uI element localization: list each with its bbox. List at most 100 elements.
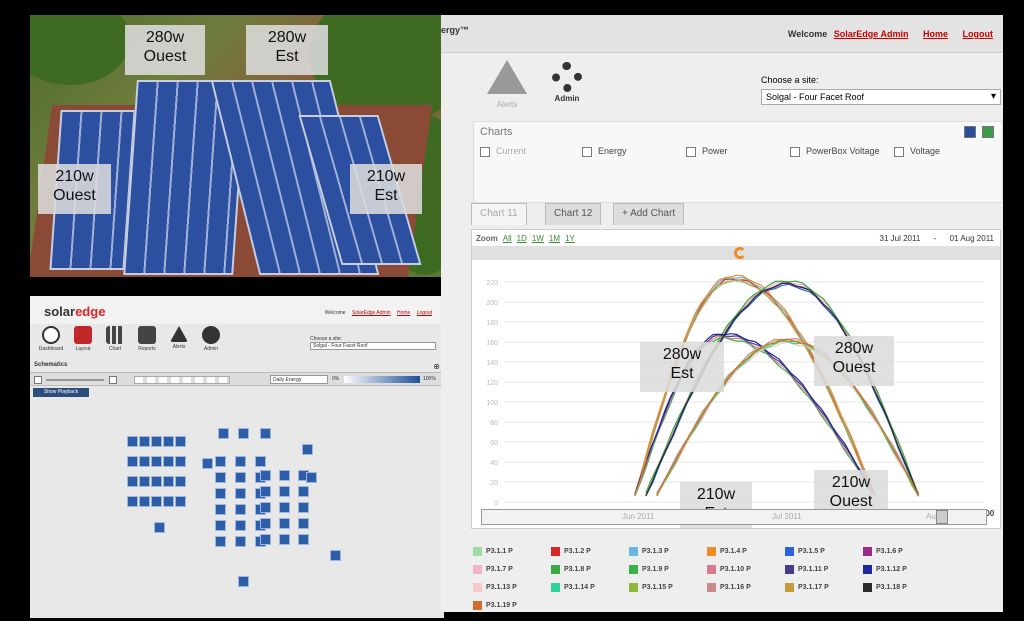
legend-item[interactable]: P3.1.1 P — [473, 547, 513, 556]
home-link[interactable]: Home — [397, 310, 410, 316]
site-select[interactable]: Solgal - Four Facet Roof — [761, 89, 1001, 105]
optimizer-module[interactable] — [279, 470, 290, 481]
power-checkbox[interactable]: Power — [686, 146, 728, 157]
optimizer-module[interactable] — [260, 486, 271, 497]
optimizer-module[interactable] — [238, 576, 249, 587]
optimizer-module[interactable] — [235, 456, 246, 467]
optimizer-module[interactable] — [298, 502, 309, 513]
optimizer-module[interactable] — [302, 444, 313, 455]
energy-dropdown[interactable]: Daily Energy — [270, 375, 328, 384]
legend-item[interactable]: P3.1.15 P — [629, 583, 673, 592]
legend-item[interactable]: P3.1.14 P — [551, 583, 595, 592]
logout-link[interactable]: Logout — [963, 29, 994, 39]
nav-alerts[interactable]: Alerts — [166, 326, 192, 352]
optimizer-module[interactable] — [175, 496, 186, 507]
user-link[interactable]: SolarEdge Admin — [834, 29, 909, 39]
optimizer-module[interactable] — [235, 504, 246, 515]
legend-item[interactable]: P3.1.5 P — [785, 547, 825, 556]
nav-chart[interactable]: Chart — [102, 326, 128, 352]
optimizer-module[interactable] — [151, 436, 162, 447]
optimizer-module[interactable] — [163, 476, 174, 487]
optimizer-module[interactable] — [127, 436, 138, 447]
legend-item[interactable]: P3.1.8 P — [551, 565, 591, 574]
optimizer-module[interactable] — [235, 472, 246, 483]
navigator-handle[interactable] — [936, 510, 948, 524]
optimizer-module[interactable] — [279, 534, 290, 545]
optimizer-module[interactable] — [330, 550, 341, 561]
legend-item[interactable]: P3.1.3 P — [629, 547, 669, 556]
optimizer-module[interactable] — [279, 518, 290, 529]
nav-reports[interactable]: Reports — [134, 326, 160, 352]
optimizer-module[interactable] — [298, 534, 309, 545]
optimizer-module[interactable] — [127, 496, 138, 507]
optimizer-module[interactable] — [139, 476, 150, 487]
zoom-icon[interactable]: ⊕ — [433, 362, 440, 371]
optimizer-module[interactable] — [215, 504, 226, 515]
optimizer-module[interactable] — [298, 486, 309, 497]
optimizer-module[interactable] — [151, 456, 162, 467]
legend-item[interactable]: P3.1.4 P — [707, 547, 747, 556]
powerbox-voltage-checkbox[interactable]: PowerBox Voltage — [790, 146, 880, 157]
alerts-button[interactable]: Alerts — [485, 60, 529, 109]
tab-chart-12[interactable]: Chart 12 — [545, 203, 602, 225]
nav-layout[interactable]: Layout — [70, 326, 96, 352]
optimizer-module[interactable] — [218, 428, 229, 439]
optimizer-module[interactable] — [215, 488, 226, 499]
legend-item[interactable]: P3.1.7 P — [473, 565, 513, 574]
optimizer-module[interactable] — [260, 428, 271, 439]
voltage-checkbox[interactable]: Voltage — [894, 146, 940, 157]
optimizer-module[interactable] — [175, 476, 186, 487]
logout-link[interactable]: Logout — [417, 310, 432, 316]
legend-item[interactable]: P3.1.17 P — [785, 583, 829, 592]
optimizer-module[interactable] — [215, 520, 226, 531]
export-icon[interactable] — [982, 126, 994, 138]
zoom-out-button[interactable] — [34, 376, 42, 384]
legend-item[interactable]: P3.1.19 P — [473, 601, 517, 610]
zoom-slider[interactable] — [46, 379, 104, 381]
optimizer-module[interactable] — [260, 502, 271, 513]
legend-item[interactable]: P3.1.12 P — [863, 565, 907, 574]
optimizer-module[interactable] — [235, 536, 246, 547]
optimizer-module[interactable] — [175, 456, 186, 467]
legend-item[interactable]: P3.1.9 P — [629, 565, 669, 574]
optimizer-module[interactable] — [139, 456, 150, 467]
optimizer-module[interactable] — [260, 534, 271, 545]
optimizer-module[interactable] — [127, 476, 138, 487]
optimizer-module[interactable] — [215, 472, 226, 483]
legend-item[interactable]: P3.1.2 P — [551, 547, 591, 556]
optimizer-module[interactable] — [298, 518, 309, 529]
optimizer-module[interactable] — [235, 520, 246, 531]
legend-item[interactable]: P3.1.18 P — [863, 583, 907, 592]
legend-item[interactable]: P3.1.13 P — [473, 583, 517, 592]
playback-button[interactable]: Show Playback — [33, 388, 89, 397]
optimizer-module[interactable] — [306, 472, 317, 483]
optimizer-module[interactable] — [151, 496, 162, 507]
optimizer-module[interactable] — [215, 536, 226, 547]
legend-item[interactable]: P3.1.11 P — [785, 565, 828, 574]
optimizer-module[interactable] — [139, 496, 150, 507]
legend-item[interactable]: P3.1.6 P — [863, 547, 903, 556]
optimizer-module[interactable] — [202, 458, 213, 469]
legend-item[interactable]: P3.1.10 P — [707, 565, 751, 574]
optimizer-module[interactable] — [175, 436, 186, 447]
toolbar-buttons[interactable] — [134, 376, 230, 384]
site-select[interactable]: Solgal - Four Facet Roof — [310, 342, 436, 350]
zoom-in-button[interactable] — [109, 376, 117, 384]
optimizer-module[interactable] — [139, 436, 150, 447]
optimizer-module[interactable] — [163, 496, 174, 507]
optimizer-module[interactable] — [215, 456, 226, 467]
energy-checkbox[interactable]: Energy — [582, 146, 627, 157]
optimizer-module[interactable] — [260, 518, 271, 529]
save-icon[interactable] — [964, 126, 976, 138]
optimizer-module[interactable] — [163, 456, 174, 467]
optimizer-module[interactable] — [127, 456, 138, 467]
current-checkbox[interactable]: Current — [480, 146, 526, 157]
home-link[interactable]: Home — [923, 29, 948, 39]
optimizer-module[interactable] — [238, 428, 249, 439]
optimizer-module[interactable] — [260, 470, 271, 481]
optimizer-module[interactable] — [279, 502, 290, 513]
optimizer-module[interactable] — [151, 476, 162, 487]
user-link[interactable]: SolarEdge Admin — [352, 310, 391, 316]
navigator-bar[interactable]: Jun 2011 Jul 2011 Au — [481, 509, 987, 525]
nav-admin[interactable]: Admin — [198, 326, 224, 352]
